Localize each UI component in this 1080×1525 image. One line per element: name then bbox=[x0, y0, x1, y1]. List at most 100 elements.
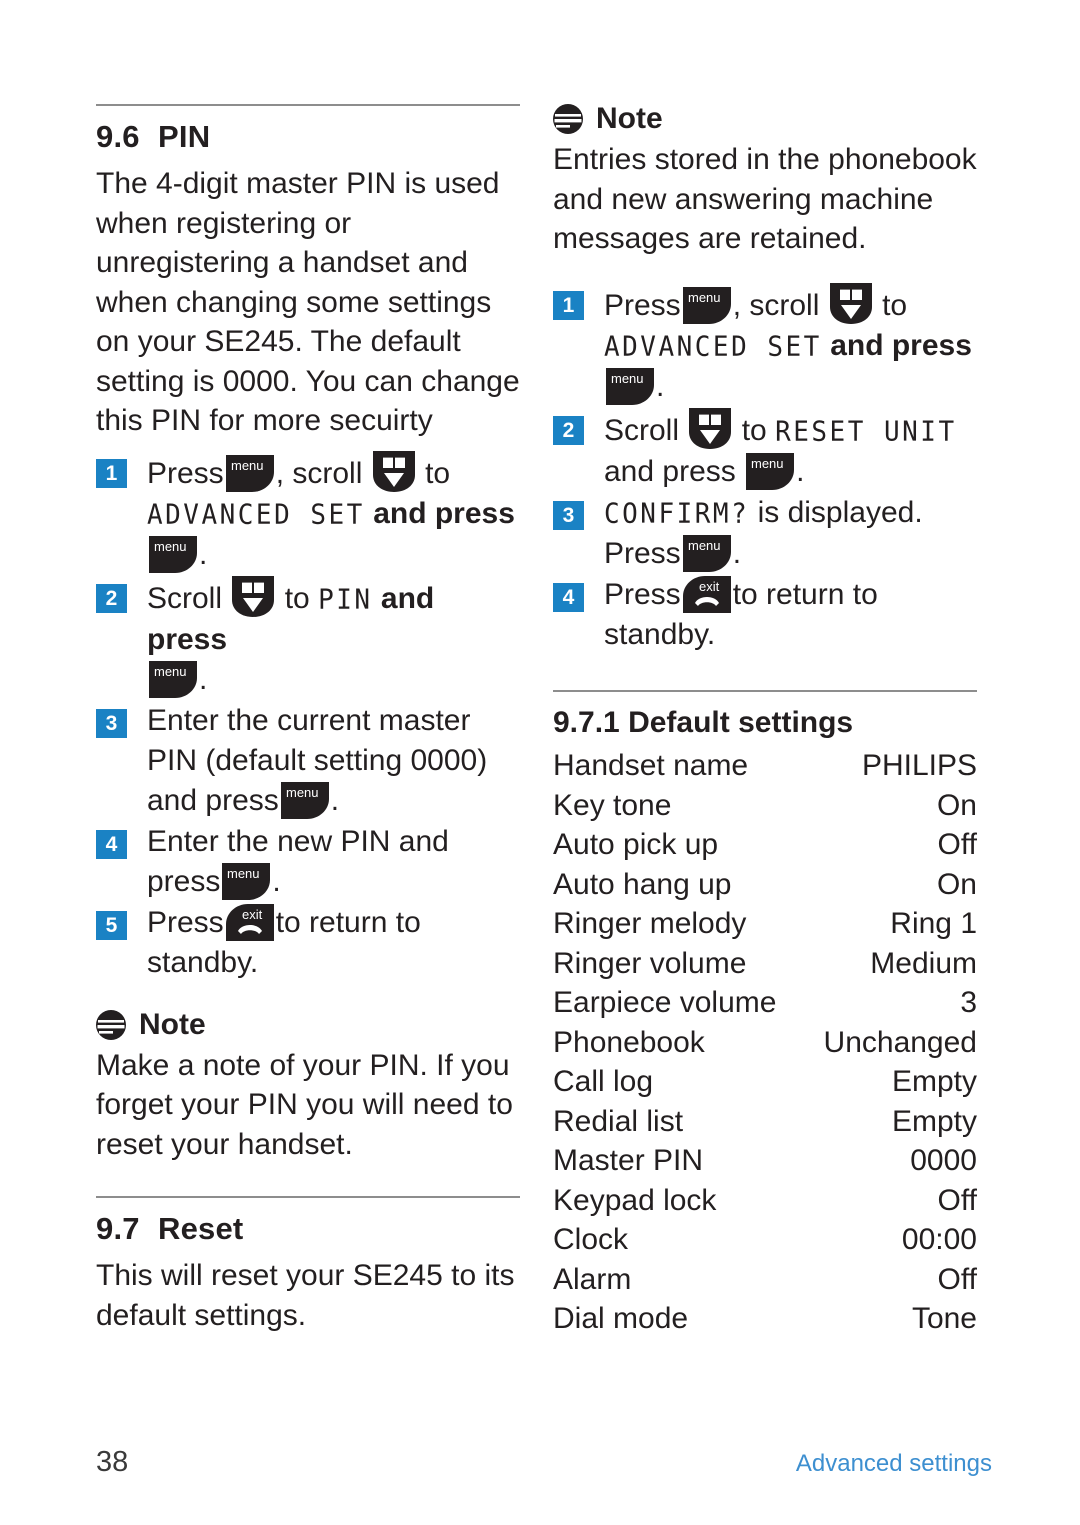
list-item: 4 Enter the new PIN and press menu. bbox=[96, 822, 520, 902]
step-text-fragment: . bbox=[732, 536, 742, 570]
step-badge: 2 bbox=[96, 583, 127, 613]
list-item: 1 Press menu , scroll to ADVANCED SET and … bbox=[96, 451, 520, 575]
setting-value: 0000 bbox=[910, 1144, 977, 1177]
step-text-fragment: and press bbox=[373, 496, 515, 530]
step-text-fragment: to bbox=[882, 288, 908, 322]
left-column: 9.6 PIN The 4-digit master PIN is used wh… bbox=[96, 104, 520, 1345]
table-row: Dial mode Tone bbox=[553, 1299, 977, 1339]
exit-key-icon: exit bbox=[683, 576, 731, 613]
setting-name: Clock bbox=[553, 1223, 629, 1256]
setting-name: Master PIN bbox=[553, 1144, 704, 1177]
table-row: Master PIN 0000 bbox=[553, 1141, 977, 1181]
table-row: Auto pick up Off bbox=[553, 825, 977, 865]
setting-value: Empty bbox=[891, 1104, 977, 1138]
setting-value: 3 bbox=[960, 986, 977, 1019]
setting-name: Redial list bbox=[553, 1104, 684, 1138]
setting-value: On bbox=[936, 788, 977, 822]
setting-name: Key tone bbox=[553, 788, 672, 822]
page-footer: 38 Advanced settings bbox=[96, 1448, 992, 1488]
table-row: Ringer volume Medium bbox=[553, 944, 977, 984]
menu-key-icon: menu bbox=[149, 661, 197, 698]
svg-text:menu: menu bbox=[154, 539, 187, 554]
menu-key-icon: menu bbox=[606, 368, 654, 405]
menu-key-icon: menu bbox=[683, 535, 731, 572]
list-item: 3 Enter the current master PIN (default … bbox=[96, 701, 520, 821]
setting-value: Off bbox=[937, 828, 977, 861]
svg-text:menu: menu bbox=[688, 290, 721, 305]
setting-name: Keypad lock bbox=[553, 1183, 717, 1217]
step-text-fragment: and press bbox=[830, 328, 972, 362]
menu-key-icon: menu bbox=[746, 453, 794, 490]
section-title: PIN bbox=[158, 119, 211, 154]
step-text-fragment: . bbox=[330, 783, 340, 817]
note-body: Entries stored in the phonebook and new … bbox=[553, 143, 977, 255]
svg-text:menu: menu bbox=[227, 866, 260, 881]
step-text-fragment: Press bbox=[604, 288, 681, 322]
list-item: 5 Press exit to return to standby. bbox=[96, 903, 520, 983]
scroll-down-key-icon bbox=[689, 408, 731, 449]
table-row: Ringer melody Ring 1 bbox=[553, 904, 977, 944]
step-text-fragment: . bbox=[199, 537, 208, 571]
lcd-display-text: CONFIRM? bbox=[604, 497, 750, 530]
default-settings-heading: 9.7.1 Default settings bbox=[553, 706, 977, 741]
step-text-fragment: . bbox=[199, 662, 208, 696]
lcd-display-text: ADVANCED SET bbox=[147, 498, 365, 531]
step-text-fragment: to bbox=[284, 581, 310, 615]
menu-key-icon: menu bbox=[281, 782, 329, 819]
menu-key-icon: menu bbox=[683, 287, 731, 324]
setting-name: Earpiece volume bbox=[553, 986, 777, 1019]
svg-text:menu: menu bbox=[688, 538, 721, 553]
note-title: Note bbox=[139, 1007, 206, 1041]
setting-value: Medium bbox=[870, 946, 977, 980]
table-row: Redial list Empty bbox=[553, 1102, 977, 1142]
step-badge: 3 bbox=[96, 708, 127, 738]
reset-body-text: This will reset your SE245 to its defaul… bbox=[96, 1259, 515, 1332]
page-title: 9.6 PIN bbox=[96, 119, 520, 154]
setting-name: Alarm bbox=[553, 1262, 632, 1296]
exit-key-icon: exit bbox=[226, 904, 274, 941]
step-badge: 2 bbox=[553, 415, 584, 445]
table-row: Keypad lock Off bbox=[553, 1181, 977, 1221]
manual-page: 9.6 PIN The 4-digit master PIN is used wh… bbox=[0, 0, 1080, 1525]
step-text-fragment: , scroll bbox=[275, 456, 363, 490]
note-body: Make a note of your PIN. If you forget y… bbox=[96, 1048, 513, 1161]
menu-key-icon: menu bbox=[222, 863, 270, 900]
step-text-fragment: . bbox=[656, 369, 665, 403]
table-row: Handset name PHILIPS bbox=[553, 746, 977, 786]
setting-name: Ringer melody bbox=[553, 907, 747, 940]
setting-value: Unchanged bbox=[823, 1025, 977, 1059]
list-item: 3 CONFIRM? is displayed. Press menu. bbox=[553, 493, 977, 574]
step-text-fragment: Enter the new PIN and press bbox=[147, 824, 449, 898]
step-text-fragment: and press bbox=[604, 454, 736, 488]
svg-text:exit: exit bbox=[699, 579, 720, 594]
svg-text:menu: menu bbox=[611, 371, 644, 386]
svg-text:menu: menu bbox=[286, 785, 319, 800]
setting-value: Off bbox=[937, 1262, 977, 1296]
setting-name: Handset name bbox=[553, 749, 749, 782]
menu-key-icon: menu bbox=[149, 536, 197, 573]
reset-section-heading: 9.7 Reset bbox=[96, 1211, 520, 1247]
table-row: Earpiece volume 3 bbox=[553, 983, 977, 1023]
setting-value: PHILIPS bbox=[861, 749, 977, 782]
step-text-fragment: , scroll bbox=[732, 288, 820, 322]
section-divider bbox=[96, 104, 520, 106]
scroll-down-key-icon bbox=[830, 283, 872, 324]
section-title: Reset bbox=[158, 1211, 244, 1247]
section-number: 9.7 bbox=[96, 1211, 140, 1247]
note-heading: Note bbox=[96, 1007, 520, 1041]
list-item: 2 Scroll to PIN and press menu. bbox=[96, 576, 520, 700]
setting-name: Dial mode bbox=[553, 1302, 689, 1335]
subsection-title: Default settings bbox=[628, 705, 854, 739]
note-icon bbox=[96, 1010, 126, 1040]
step-text-fragment: . bbox=[796, 454, 805, 488]
section-divider bbox=[96, 1196, 520, 1199]
svg-text:menu: menu bbox=[751, 456, 784, 471]
list-item: 1 Press menu , scroll to ADVANCED SET and … bbox=[553, 283, 977, 407]
lcd-display-text: ADVANCED SET bbox=[604, 330, 822, 363]
step-text-fragment: Press bbox=[147, 456, 224, 490]
svg-text:menu: menu bbox=[231, 458, 264, 473]
step-badge: 4 bbox=[96, 829, 127, 859]
setting-value: Empty bbox=[891, 1065, 977, 1098]
default-settings-table: Handset name PHILIPS Key tone On Auto pick u… bbox=[553, 746, 977, 1339]
page-number: 38 bbox=[96, 1446, 129, 1478]
